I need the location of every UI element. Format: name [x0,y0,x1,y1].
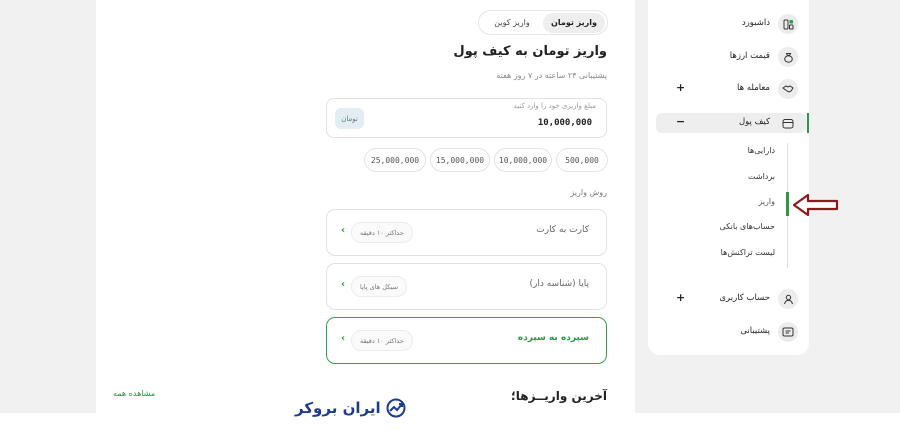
collapse-toggle[interactable]: − [676,115,685,128]
tab-toman-deposit[interactable]: واریز تومان [543,12,605,33]
sidebar-item-label: پشتیبانی [740,326,770,336]
method-time-badge: حداکثر ۱۰ دقیقه [351,222,413,243]
page-title: واریز تومان به کیف پول [453,44,607,59]
chevron-left-icon: ‹ [341,279,346,290]
sidebar-item-label: کیف پول [738,117,770,127]
method-card-to-card[interactable]: کارت به کارت حداکثر ۱۰ دقیقه ‹ [326,209,607,256]
page-bottom-area [0,413,900,431]
sidebar-item-support[interactable]: پشتیبانی [656,322,806,342]
expand-toggle[interactable]: + [676,81,685,94]
sidebar-item-label: قیمت ارزها [729,51,770,61]
submenu-item-assets[interactable]: دارایی‌ها [748,146,775,155]
wallet-icon [778,113,798,133]
submenu-item-bank-accounts[interactable]: حساب‌های بانکی [720,222,776,231]
sidebar-item-label: داشبورد [741,18,770,28]
method-account-to-account[interactable]: سپرده به سپرده حداکثر ۱۰ دقیقه ‹ [326,317,607,364]
currency-badge: تومان [335,108,364,129]
coin-bag-icon [778,47,798,67]
sidebar-item-trades[interactable]: معامله ها + [656,79,806,99]
logo-mark-icon [386,398,406,418]
sidebar-item-prices[interactable]: قیمت ارزها [656,47,806,67]
method-time-badge: حداکثر ۱۰ دقیقه [351,330,413,351]
iran-broker-logo: ایران بروکر [295,396,407,420]
submenu-item-deposit[interactable]: واریز [758,197,775,206]
logo-text: ایران بروکر [295,399,381,417]
sidebar-item-label: حساب کاربری [719,293,770,303]
handshake-icon [778,79,798,99]
quick-amount-chip[interactable]: 10,000,000 [494,148,552,172]
submenu-active-marker [786,192,789,216]
amount-hint: مبلغ واریزی خود را وارد کنید [513,102,596,110]
dashboard-icon [778,14,798,34]
submenu-item-transactions[interactable]: لیست تراکنش‌ها [721,248,775,257]
last-deposits-title: آخرین واریــزها؛ [511,389,607,403]
sidebar-item-label: معامله ها [737,83,770,93]
quick-amount-chip[interactable]: 15,000,000 [430,148,490,172]
expand-toggle[interactable]: + [676,291,685,304]
sidebar: داشبورد قیمت ارزها معامله ها + کیف پول −… [648,0,809,355]
method-name: سپرده به سپرده [517,333,589,343]
annotation-arrow-icon [792,193,839,217]
wallet-submenu: دارایی‌ها برداشت واریز حساب‌های بانکی لی… [656,143,806,268]
sidebar-item-wallet[interactable]: کیف پول − [656,113,809,133]
deposit-method-label: روش واریز [570,188,607,197]
see-all-link[interactable]: مشاهده همه [113,389,155,398]
amount-value: 10,000,000 [537,118,592,128]
sidebar-item-dashboard[interactable]: داشبورد [656,14,806,34]
method-time-badge: سیکل های پایا [351,276,408,297]
user-icon [778,289,798,309]
quick-amount-chip[interactable]: 25,000,000 [364,148,426,172]
method-paya[interactable]: پایا (شناسه دار) سیکل های پایا ‹ [326,263,607,310]
chevron-left-icon: ‹ [341,225,346,236]
quick-amount-chip[interactable]: 500,000 [556,148,608,172]
deposit-panel: واریز کوین واریز تومان واریز تومان به کی… [96,0,635,431]
active-indicator [807,113,809,133]
chevron-left-icon: ‹ [341,333,346,344]
amount-input[interactable]: مبلغ واریزی خود را وارد کنید 10,000,000 … [326,98,607,138]
support-subtitle: پشتیبانی ۲۴ ساعته در ۷ روز هفته [496,71,607,80]
submenu-item-withdraw[interactable]: برداشت [748,172,775,181]
tab-coin-deposit[interactable]: واریز کوین [481,13,543,33]
quick-amounts: 25,000,000 15,000,000 10,000,000 500,000 [364,148,608,172]
method-name: پایا (شناسه دار) [529,279,589,289]
support-icon [778,322,798,342]
sidebar-item-account[interactable]: حساب کاربری + [656,289,806,309]
deposit-tabs: واریز کوین واریز تومان [478,10,608,35]
method-name: کارت به کارت [536,225,589,235]
